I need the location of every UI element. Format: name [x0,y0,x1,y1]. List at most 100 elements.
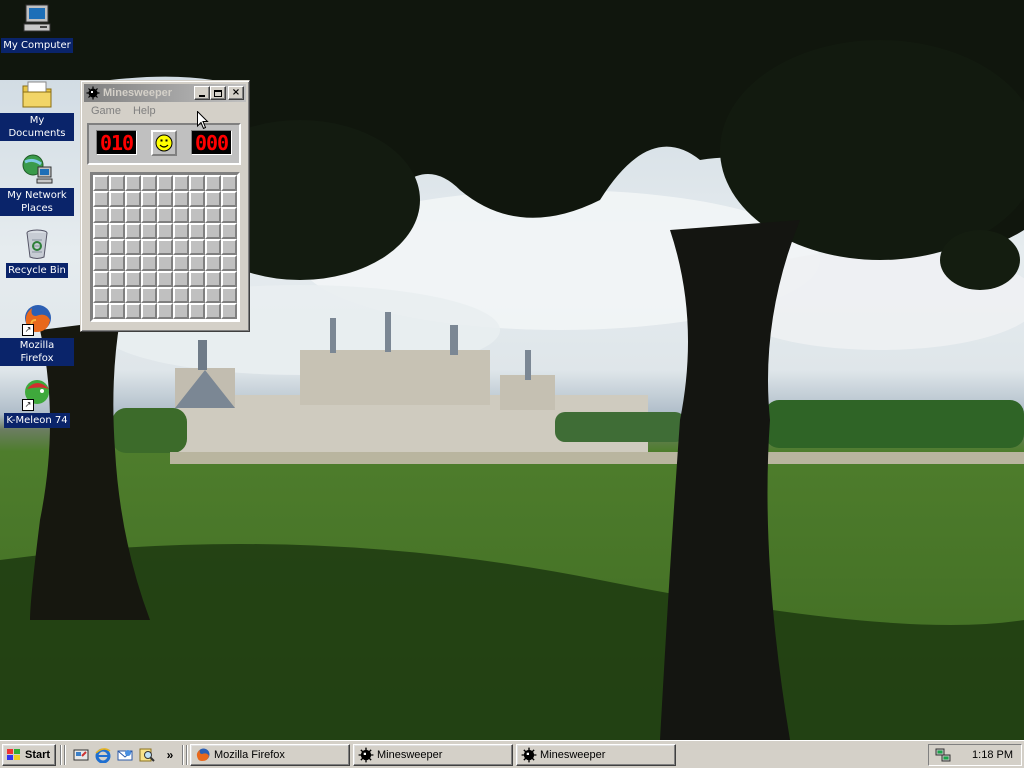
mine-cell[interactable] [125,207,141,223]
mine-cell[interactable] [125,175,141,191]
mine-cell[interactable] [189,303,205,319]
mine-cell[interactable] [157,239,173,255]
mine-cell[interactable] [157,303,173,319]
desktop-icon-firefox[interactable]: ↗ Mozilla Firefox [0,302,74,366]
mine-cell[interactable] [125,191,141,207]
mine-cell[interactable] [221,223,237,239]
mine-cell[interactable] [173,175,189,191]
mine-cell[interactable] [109,303,125,319]
mine-cell[interactable] [109,223,125,239]
desktop[interactable]: My Computer My Documents My Network Plac… [0,0,1024,740]
mine-cell[interactable] [205,303,221,319]
mine-cell[interactable] [173,255,189,271]
mine-cell[interactable] [141,239,157,255]
mine-cell[interactable] [109,271,125,287]
minefield[interactable] [90,172,240,322]
mine-cell[interactable] [173,303,189,319]
mine-cell[interactable] [221,191,237,207]
mine-cell[interactable] [93,287,109,303]
minesweeper-titlebar[interactable]: Minesweeper × [84,84,246,102]
mine-cell[interactable] [93,223,109,239]
mine-cell[interactable] [93,303,109,319]
mine-cell[interactable] [141,207,157,223]
mine-cell[interactable] [205,207,221,223]
mine-cell[interactable] [221,207,237,223]
mine-cell[interactable] [93,271,109,287]
mine-cell[interactable] [221,239,237,255]
mine-cell[interactable] [93,175,109,191]
mine-cell[interactable] [205,271,221,287]
mine-cell[interactable] [125,303,141,319]
mine-cell[interactable] [125,223,141,239]
mine-cell[interactable] [173,207,189,223]
mine-cell[interactable] [141,191,157,207]
mine-cell[interactable] [205,223,221,239]
mine-cell[interactable] [173,239,189,255]
desktop-icon-my-documents[interactable]: My Documents [0,77,74,141]
task-button-firefox[interactable]: Mozilla Firefox [190,744,350,766]
mine-cell[interactable] [141,287,157,303]
mine-cell[interactable] [157,191,173,207]
mine-cell[interactable] [141,271,157,287]
clock[interactable]: 1:18 PM [972,749,1013,761]
mine-cell[interactable] [125,239,141,255]
mine-cell[interactable] [141,175,157,191]
mine-cell[interactable] [157,287,173,303]
mine-cell[interactable] [141,255,157,271]
quick-launch-overflow-button[interactable]: » [164,746,176,764]
start-button[interactable]: Start [2,744,56,766]
mine-grid[interactable] [93,175,237,319]
quick-launch-outlook-express[interactable] [116,746,134,764]
maximize-button[interactable] [210,86,226,100]
mine-cell[interactable] [205,287,221,303]
mine-cell[interactable] [189,223,205,239]
mine-cell[interactable] [189,255,205,271]
menu-game[interactable]: Game [85,105,127,117]
task-button-minesweeper[interactable]: Minesweeper [516,744,676,766]
mine-cell[interactable] [109,207,125,223]
mine-cell[interactable] [221,175,237,191]
mine-cell[interactable] [173,287,189,303]
mine-cell[interactable] [157,255,173,271]
mine-cell[interactable] [141,223,157,239]
mine-cell[interactable] [125,287,141,303]
mine-cell[interactable] [173,191,189,207]
mine-cell[interactable] [109,175,125,191]
mine-cell[interactable] [189,239,205,255]
mine-cell[interactable] [157,207,173,223]
quick-launch-internet-explorer[interactable] [94,746,112,764]
mine-cell[interactable] [189,191,205,207]
mine-cell[interactable] [125,271,141,287]
minimize-button[interactable] [194,86,210,100]
mine-cell[interactable] [221,255,237,271]
mine-cell[interactable] [205,175,221,191]
smiley-reset-button[interactable] [151,130,177,156]
mine-cell[interactable] [205,191,221,207]
task-button-minesweeper[interactable]: Minesweeper [353,744,513,766]
mine-cell[interactable] [93,207,109,223]
minesweeper-window[interactable]: Minesweeper × Game Help 010 000 [80,80,250,332]
quick-launch-show-desktop[interactable] [72,746,90,764]
mine-cell[interactable] [205,255,221,271]
desktop-icon-k-meleon[interactable]: ↗ K-Meleon 74 [0,377,74,428]
desktop-icon-my-computer[interactable]: My Computer [0,2,74,53]
mine-cell[interactable] [109,239,125,255]
mine-cell[interactable] [173,271,189,287]
mine-cell[interactable] [157,175,173,191]
desktop-icon-recycle-bin[interactable]: Recycle Bin [0,227,74,278]
mine-cell[interactable] [221,303,237,319]
mine-cell[interactable] [93,191,109,207]
quick-launch-search[interactable] [138,746,156,764]
mine-cell[interactable] [189,287,205,303]
mine-cell[interactable] [109,255,125,271]
mine-cell[interactable] [141,303,157,319]
mine-cell[interactable] [221,271,237,287]
close-button[interactable]: × [228,86,244,100]
mine-cell[interactable] [93,255,109,271]
mine-cell[interactable] [157,223,173,239]
mine-cell[interactable] [221,287,237,303]
mine-cell[interactable] [189,271,205,287]
mine-cell[interactable] [93,239,109,255]
mine-cell[interactable] [109,287,125,303]
mine-cell[interactable] [205,239,221,255]
